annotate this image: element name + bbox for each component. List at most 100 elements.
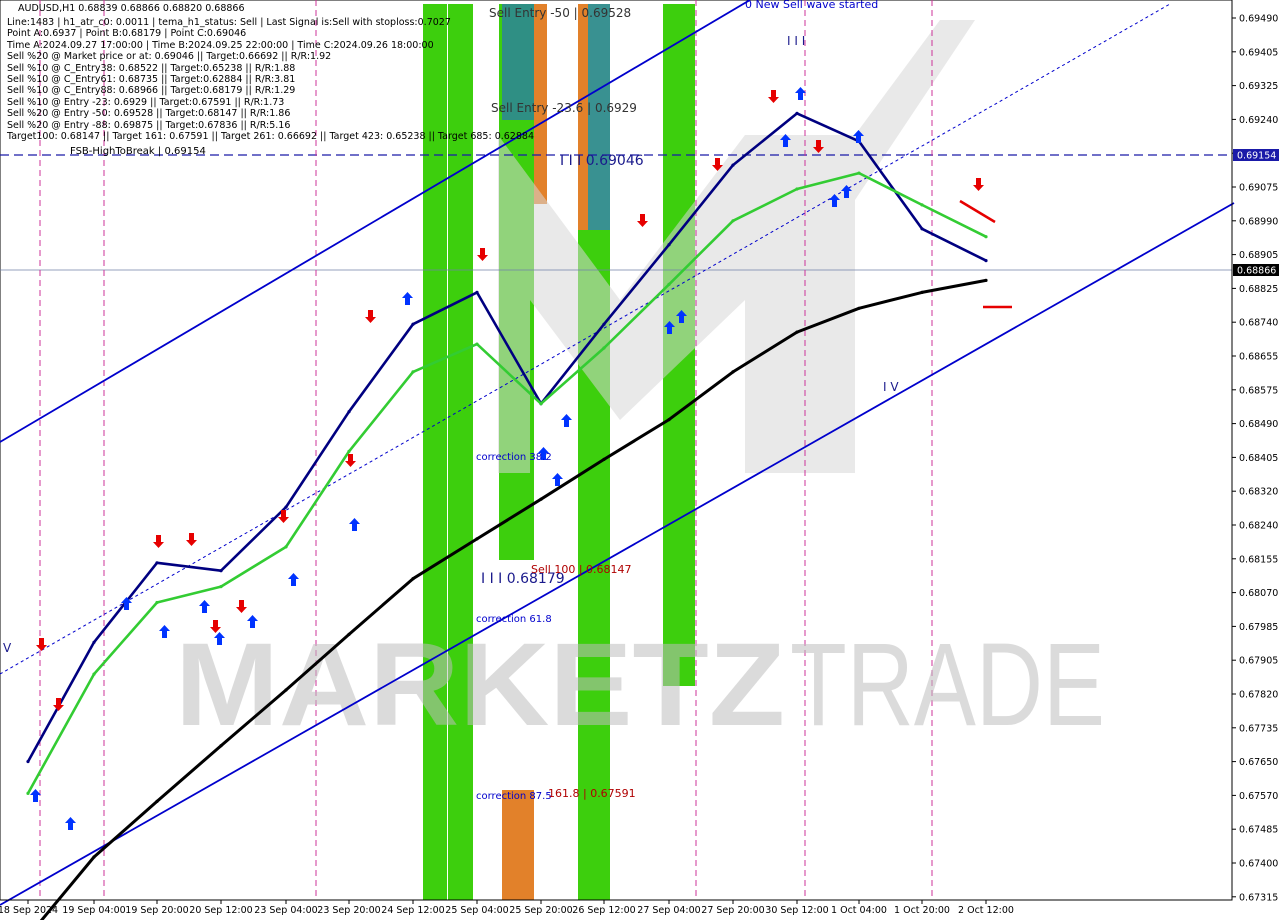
series-point [602,346,606,350]
price-tick-label: 0.68825 [1239,284,1278,295]
fsb-price-tag-label: 0.69154 [1237,151,1276,162]
fsb-label: FSB-HighToBreak | 0.69154 [70,146,206,157]
series-point [347,449,351,453]
series-point [92,855,96,859]
low-marker: I V [883,380,899,394]
watermark-left: MARKETZ [175,619,785,751]
series-point [731,219,735,223]
info-line: Point A:0.6937 | Point B:0.68179 | Point… [7,28,247,40]
series-point [284,505,288,509]
series-point [667,282,671,286]
current-price-tag-label: 0.68866 [1237,266,1276,277]
series-point [602,322,606,326]
series-point [795,187,799,191]
price-tick-label: 0.68155 [1239,554,1278,565]
time-tick-label: 20 Sep 12:00 [189,905,252,916]
series-point [667,418,671,422]
series-point [920,203,924,207]
sell-entry-50-label: Sell Entry -50 | 0.69528 [489,6,631,20]
series-point [984,278,988,282]
price-tick-label: 0.68490 [1239,419,1278,430]
info-line: Sell %20 @ Entry -50: 0.69528 || Target:… [7,108,291,120]
price-tick-label: 0.67905 [1239,656,1278,667]
series-point [26,791,30,796]
series-point [219,569,223,573]
bear-zone [502,790,534,900]
series-point [155,600,159,605]
correction-61-label: correction 61.8 [476,614,552,625]
series-point [731,370,735,374]
time-tick-label: 25 Sep 04:00 [445,905,508,916]
series-point [26,760,30,764]
point-a-marker: I I I [787,34,805,48]
time-tick-label: 18 Sep 2024 [0,905,58,916]
time-tick-label: 24 Sep 12:00 [381,905,444,916]
series-point [284,688,288,692]
series-point [475,290,479,294]
series-point [92,640,96,644]
info-line: Target100: 0.68147 || Target 161: 0.6759… [7,131,534,142]
series-point [857,306,861,310]
sell-100-label: Sell 100 | 0.68147 [531,563,632,576]
series-point [347,410,351,414]
price-tick-label: 0.69325 [1239,81,1278,92]
symbol-line: AUDUSD,H1 0.68839 0.68866 0.68820 0.6886… [18,3,245,14]
series-point [92,672,96,676]
price-tick-label: 0.69405 [1239,47,1278,58]
price-tick-label: 0.67570 [1239,791,1278,802]
correction-38-label: correction 38.2 [476,452,552,463]
series-point [411,322,415,326]
price-tick-label: 0.69240 [1239,115,1278,126]
teal-zone [588,4,610,230]
series-point [920,290,924,294]
time-tick-label: 19 Sep 20:00 [125,905,188,916]
series-point [219,744,223,748]
time-tick-label: 23 Sep 20:00 [317,905,380,916]
sell-entry-23-label: Sell Entry -23.6 | 0.6929 [491,101,637,115]
time-tick-label: 27 Sep 04:00 [637,905,700,916]
series-point [795,330,799,334]
price-tick-label: 0.69490 [1239,14,1278,25]
time-tick-label: 19 Sep 04:00 [62,905,125,916]
series-point [984,259,988,263]
price-tick-label: 0.68575 [1239,385,1278,396]
price-tick-label: 0.67820 [1239,690,1278,701]
time-tick-label: 1 Oct 20:00 [894,905,950,916]
watermark-right: TRADE [790,619,1105,751]
series-point [284,545,288,549]
series-point [857,171,861,175]
price-tick-label: 0.67400 [1239,859,1278,870]
time-tick-label: 23 Sep 04:00 [254,905,317,916]
info-line: Sell %20 @ Entry -88: 0.69875 || Target:… [7,119,291,131]
series-point [411,577,415,581]
price-tick-label: 0.67485 [1239,825,1278,836]
time-tick-label: 25 Sep 20:00 [509,905,572,916]
chart-root: MARKETZ TRADE 0 New Sell wave started Se… [0,0,1280,920]
series-point [539,402,543,406]
time-tick-label: 26 Sep 12:00 [572,905,635,916]
series-point [602,457,606,461]
price-tick-label: 0.68405 [1239,453,1278,464]
time-tick-label: 30 Sep 12:00 [765,905,828,916]
info-line: Sell %10 @ C_Entry61: 0.68735 || Target:… [7,74,296,85]
price-tick-label: 0.67985 [1239,622,1278,633]
series-point [795,111,799,115]
series-point [731,163,735,167]
series-point [411,370,415,374]
info-line: Sell %10 @ Entry -23: 0.6929 || Target:0… [7,96,285,108]
new-sell-wave-label: 0 New Sell wave started [745,0,878,11]
series-point [155,561,159,565]
series-point [539,497,543,501]
series-point [219,585,223,589]
price-tick-label: 0.68905 [1239,250,1278,261]
price-tick-label: 0.68990 [1239,216,1278,227]
series-point [984,235,988,239]
info-line: Time A:2024.09.27 17:00:00 | Time B:2024… [7,39,434,51]
time-tick-label: 1 Oct 04:00 [831,905,887,916]
price-tick-label: 0.67315 [1239,892,1278,903]
info-line: Sell %10 @ C_Entry88: 0.68966 || Target:… [7,85,296,97]
time-tick-label: 27 Sep 20:00 [701,905,764,916]
time-tick-label: 2 Oct 12:00 [958,905,1014,916]
correction-87-label: correction 87.5 [476,791,552,802]
series-point [155,799,159,804]
